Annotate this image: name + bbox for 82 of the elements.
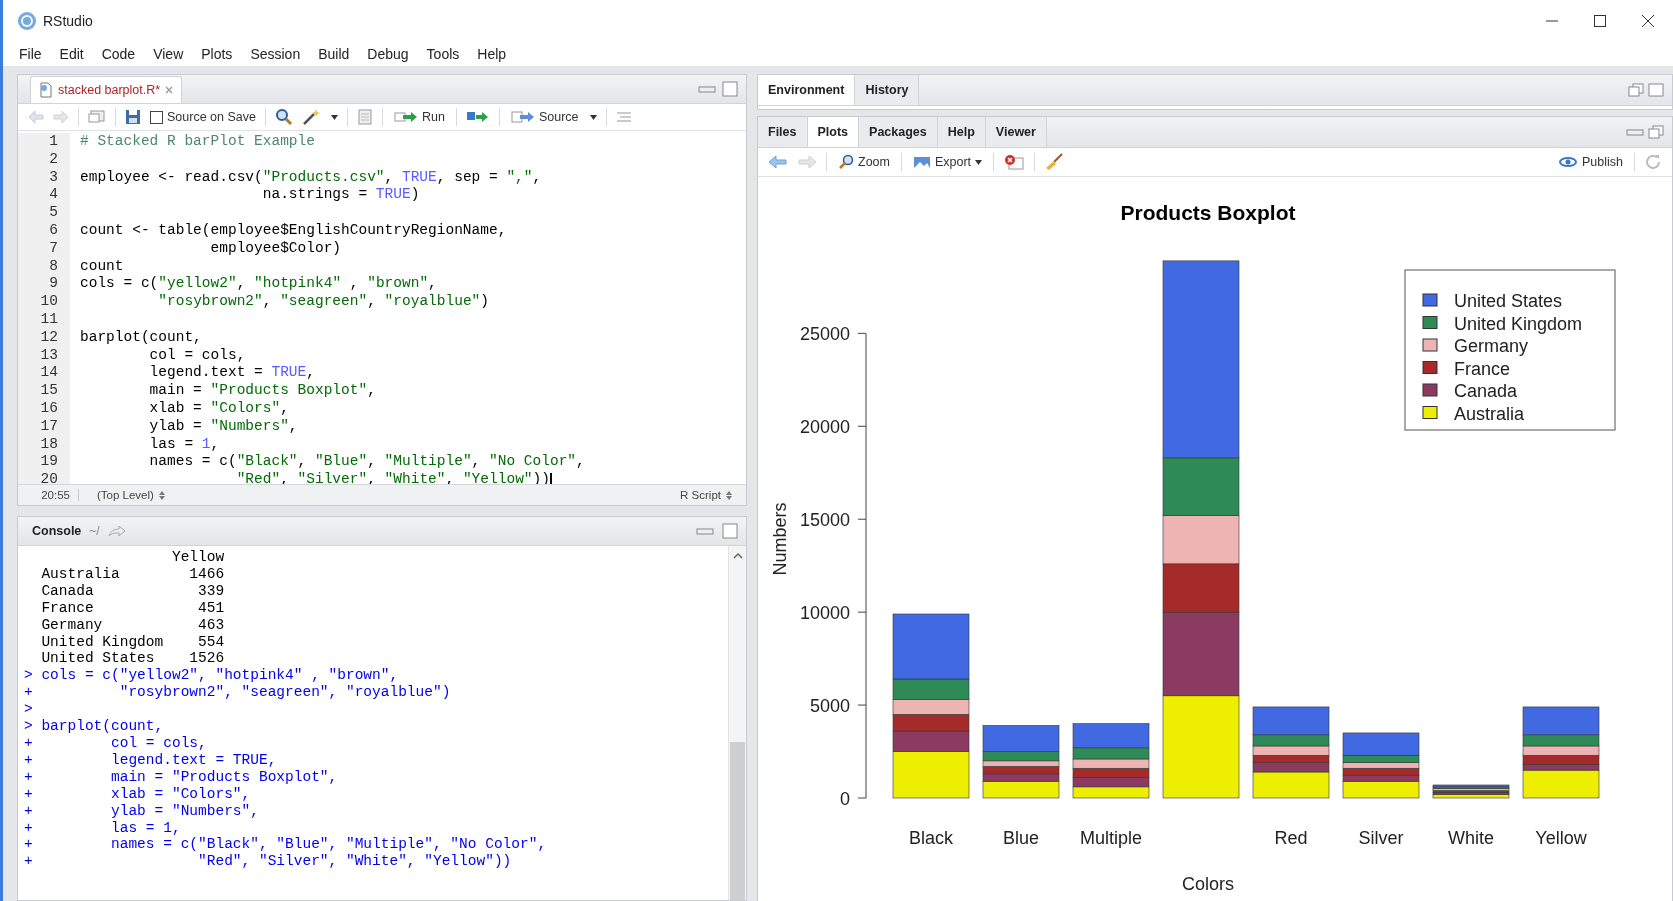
legend-label: Canada: [1454, 381, 1518, 401]
y-tick-label: 20000: [799, 417, 850, 438]
console-output-line: Germany 463: [40, 616, 226, 634]
x-tick-label: Black: [909, 828, 953, 848]
console-input-line: + las = 1,: [24, 819, 181, 837]
window-title: RStudio: [43, 13, 93, 29]
x-tick-label: Blue: [1003, 828, 1039, 848]
console-title: Console: [32, 524, 82, 538]
legend-label: United Kingdom: [1454, 313, 1583, 334]
line-number: 6: [49, 222, 58, 238]
code-line: count <- table(employee$EnglishCountryRegionName,: [80, 222, 507, 240]
console-input-line: + col = cols,: [24, 734, 208, 752]
x-tick-label: Red: [1274, 828, 1308, 848]
code-line: count: [80, 257, 124, 276]
legend-label: France: [1454, 358, 1511, 379]
line-number: 20: [40, 471, 58, 488]
line-number: 16: [40, 399, 58, 416]
console-input-line: > cols = c("yellow2", "hotpink4" , "brown",: [24, 667, 400, 685]
line-number: 9: [49, 275, 58, 292]
code-line: main = "Products Boxplot",: [148, 382, 376, 400]
y-tick-label: 10000: [799, 603, 850, 624]
code-line: legend.text = TRUE,: [148, 364, 315, 383]
y-tick-label: 25000: [799, 324, 850, 345]
code-line: barplot(count,: [80, 328, 202, 347]
line-number: 12: [40, 328, 58, 345]
code-line: # Stacked R barPlot Example: [80, 133, 315, 151]
line-number: 13: [40, 346, 58, 363]
code-line: xlab = "Colors",: [148, 399, 289, 418]
x-tick-label: White: [1448, 828, 1494, 848]
line-number: 3: [49, 168, 58, 185]
line-number: 10: [40, 293, 58, 310]
line-number: 11: [40, 310, 58, 327]
working-directory: ~/: [89, 524, 100, 538]
legend-label: United States: [1454, 291, 1563, 311]
console-input-line: >: [24, 701, 34, 719]
code-line: employee$Color): [209, 239, 342, 258]
code-line: col = cols,: [148, 346, 246, 365]
code-line: cols = c("yellow2", "hotpink4" , "brown",: [80, 275, 437, 294]
y-tick-label: 0: [840, 789, 850, 809]
code-line: las = 1,: [148, 435, 220, 454]
line-number: 18: [40, 435, 58, 452]
console-input-line: > barplot(count,: [24, 718, 165, 735]
line-number: 19: [40, 453, 58, 470]
console-output-line: France 451: [40, 599, 226, 617]
legend-label: Germany: [1454, 336, 1529, 356]
legend-label: Australia: [1454, 403, 1525, 424]
line-number: 14: [40, 364, 58, 381]
console-input-line: + xlab = "Colors",: [24, 785, 252, 803]
line-number: 7: [49, 239, 58, 256]
x-axis-title: Colors: [1182, 874, 1234, 894]
console-output-line: United Kingdom 554: [40, 633, 226, 651]
y-axis-title: Numbers: [770, 502, 790, 576]
console-output-line: Yellow: [170, 549, 226, 566]
cursor-position: 20:55: [26, 489, 79, 501]
code-line: "rosybrown2", "seagreen", "royalblue"): [157, 293, 489, 311]
console-input-line: + legend.text = TRUE,: [24, 751, 278, 769]
console-input-line: + main = "Products Boxplot",: [24, 768, 339, 786]
x-tick-label: Silver: [1358, 828, 1404, 848]
code-line: employee <- read.csv("Products.csv", TRUE, sep = ",",: [80, 168, 542, 187]
y-tick-label: 5000: [809, 696, 850, 717]
console-input-line: + ylab = "Numbers",: [24, 802, 260, 820]
line-number: 8: [49, 257, 58, 274]
y-tick-label: 15000: [799, 510, 850, 531]
console-input-line: + names = c("Black", "Blue", "Multiple", "No Color",: [24, 836, 548, 854]
chart-title: Products Boxplot: [1120, 201, 1296, 224]
tab-label: stacked barplot.R*: [58, 83, 161, 97]
line-number: 5: [49, 204, 58, 221]
line-number: 15: [40, 382, 58, 399]
console-output-line: United States 1526: [40, 650, 226, 668]
code-line: na.strings = TRUE): [261, 186, 420, 205]
code-line: ylab = "Numbers",: [148, 417, 298, 436]
console-output-line: Canada 339: [40, 582, 226, 600]
x-tick-label: Yellow: [1535, 828, 1587, 848]
line-number: 1: [49, 133, 58, 149]
line-number: 17: [40, 417, 58, 434]
console-input-line: + "Red", "Silver", "White", "Yellow")): [24, 853, 513, 871]
line-number: 4: [49, 186, 58, 203]
console-output-line: Australia 1466: [40, 565, 226, 583]
line-number: 2: [49, 150, 58, 167]
x-tick-label: Multiple: [1080, 828, 1142, 848]
console-input-line: + "rosybrown2", "seagreen", "royalblue"): [24, 684, 452, 702]
code-line: names = c("Black", "Blue", "Multiple", "No Color",: [148, 453, 585, 472]
